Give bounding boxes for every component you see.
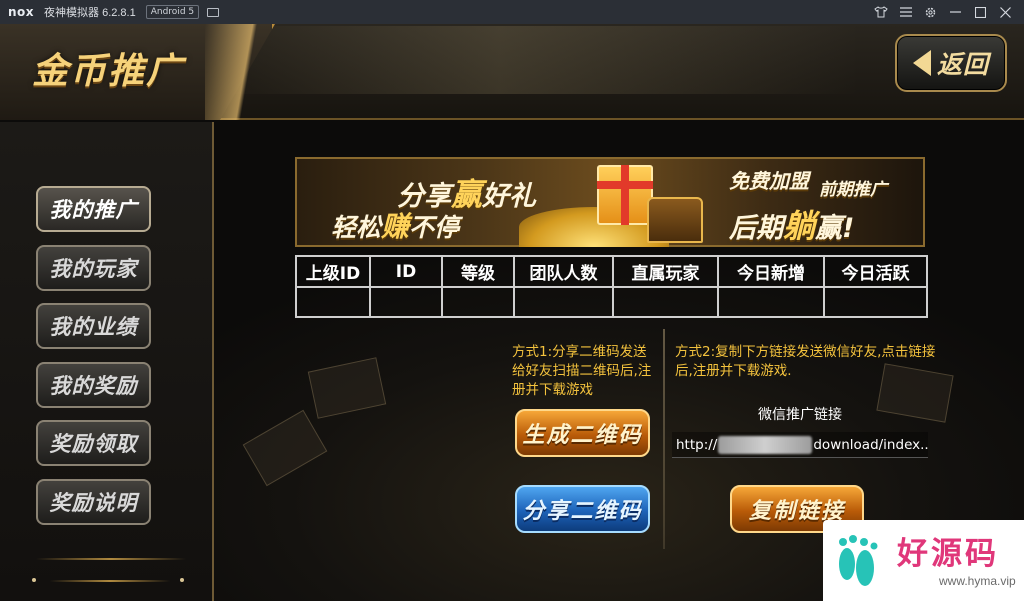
android-version-badge: Android 5 [145,5,200,19]
sidebar-item-my-performance[interactable]: 我的业绩 [36,303,151,349]
wechat-link-field[interactable]: http:// download/index.. [672,432,928,458]
decorative-dot [180,578,184,582]
table-cell [513,286,614,318]
footprint-logo-icon [839,535,878,586]
promo-banner: 分享赢好礼 轻松赚不停 免费加盟 前期推广 后期躺赢! [295,157,925,247]
game-screen: 金币推广 返回 我的推广 我的玩家 我的业绩 我的奖励 奖励领取 奖励说明 分享… [0,24,1024,601]
watermark: 好源码 www.hyma.vip [823,520,1024,601]
table-cell [823,286,928,318]
close-icon[interactable] [993,0,1018,24]
decorative-dot [32,578,36,582]
emulator-titlebar: nox 夜神模拟器 6.2.8.1 Android 5 [0,0,1024,24]
banner-text: 后期 [729,213,783,244]
gift-ribbon [621,165,629,225]
banner-early-promo: 前期推广 [819,180,887,200]
window-controls [868,0,1018,24]
watermark-title: 好源码 [897,536,999,572]
back-button[interactable]: 返回 [895,34,1007,92]
link-suffix: download/index.. [813,437,928,453]
table-cell [717,286,825,318]
column-header-active-today: 今日活跃 [823,255,928,288]
banner-text: 赢! [815,213,855,244]
sidebar-item-reward-info[interactable]: 奖励说明 [36,479,151,525]
table-header-row: 上级ID ID 等级 团队人数 直属玩家 今日新增 今日活跃 [295,255,928,288]
sidebar-item-my-promotion[interactable]: 我的推广 [36,186,151,232]
column-header-id: ID [369,255,443,288]
link-prefix: http:// [676,437,718,453]
column-header-team-size: 团队人数 [513,255,614,288]
screen-icon[interactable] [207,7,220,17]
sidebar: 我的推广 我的玩家 我的业绩 我的奖励 奖励领取 奖励说明 [0,122,214,601]
nox-logo: nox [8,5,35,19]
table-cell [441,286,515,318]
page-title: 金币推广 [32,51,185,92]
back-button-label: 返回 [936,50,989,79]
chevron-left-icon [912,50,931,76]
banner-text: 好礼 [482,181,536,212]
table-cell [295,286,371,318]
table-cell [369,286,443,318]
table-cell [612,286,719,318]
column-header-direct-players: 直属玩家 [612,255,719,288]
sidebar-item-my-rewards[interactable]: 我的奖励 [36,362,151,408]
wechat-link-label: 微信推广链接 [758,407,842,423]
decorative-card [242,409,328,487]
sidebar-item-my-players[interactable]: 我的玩家 [36,245,151,291]
header-bar: 金币推广 返回 [0,24,1024,120]
sidebar-item-claim-rewards[interactable]: 奖励领取 [36,420,151,466]
redacted-link-segment [718,436,813,454]
generate-qr-button[interactable]: 生成二维码 [515,409,650,457]
banner-text-highlight: 赚 [381,210,410,243]
shirt-icon[interactable] [868,0,893,24]
gift-ribbon [597,181,653,189]
method1-instructions: 方式1:分享二维码发送给好友扫描二维码后,注册并下载游戏 [512,344,652,398]
banner-later-win: 后期躺赢! [729,201,854,247]
promotion-stats-table: 上级ID ID 等级 团队人数 直属玩家 今日新增 今日活跃 [295,255,928,318]
watermark-url: www.hyma.vip [939,574,1016,588]
banner-text-highlight: 躺 [783,207,816,245]
decorative-divider [36,558,186,560]
menu-icon[interactable] [893,0,918,24]
banner-slogan-2: 轻松赚不停 [331,205,459,245]
banner-text: 轻松 [331,213,382,242]
emulator-name: 夜神模拟器 6.2.8.1 [44,7,136,19]
minimize-icon[interactable] [943,0,968,24]
gear-icon[interactable] [918,0,943,24]
title-plate-edge [205,24,275,120]
table-row [295,286,928,318]
decorative-card [307,357,387,419]
column-header-parent-id: 上级ID [295,255,371,288]
treasure-chest-image [647,197,703,243]
column-header-new-today: 今日新增 [717,255,825,288]
method2-instructions: 方式2:复制下方链接发送微信好友,点击链接后,注册并下载游戏. [675,344,936,379]
maximize-icon[interactable] [968,0,993,24]
share-qr-button[interactable]: 分享二维码 [515,485,650,533]
decorative-divider [50,580,170,582]
panel-divider [663,329,665,549]
banner-free-join: 免费加盟 [729,169,809,193]
banner-text: 不停 [409,213,460,242]
column-header-level: 等级 [441,255,515,288]
